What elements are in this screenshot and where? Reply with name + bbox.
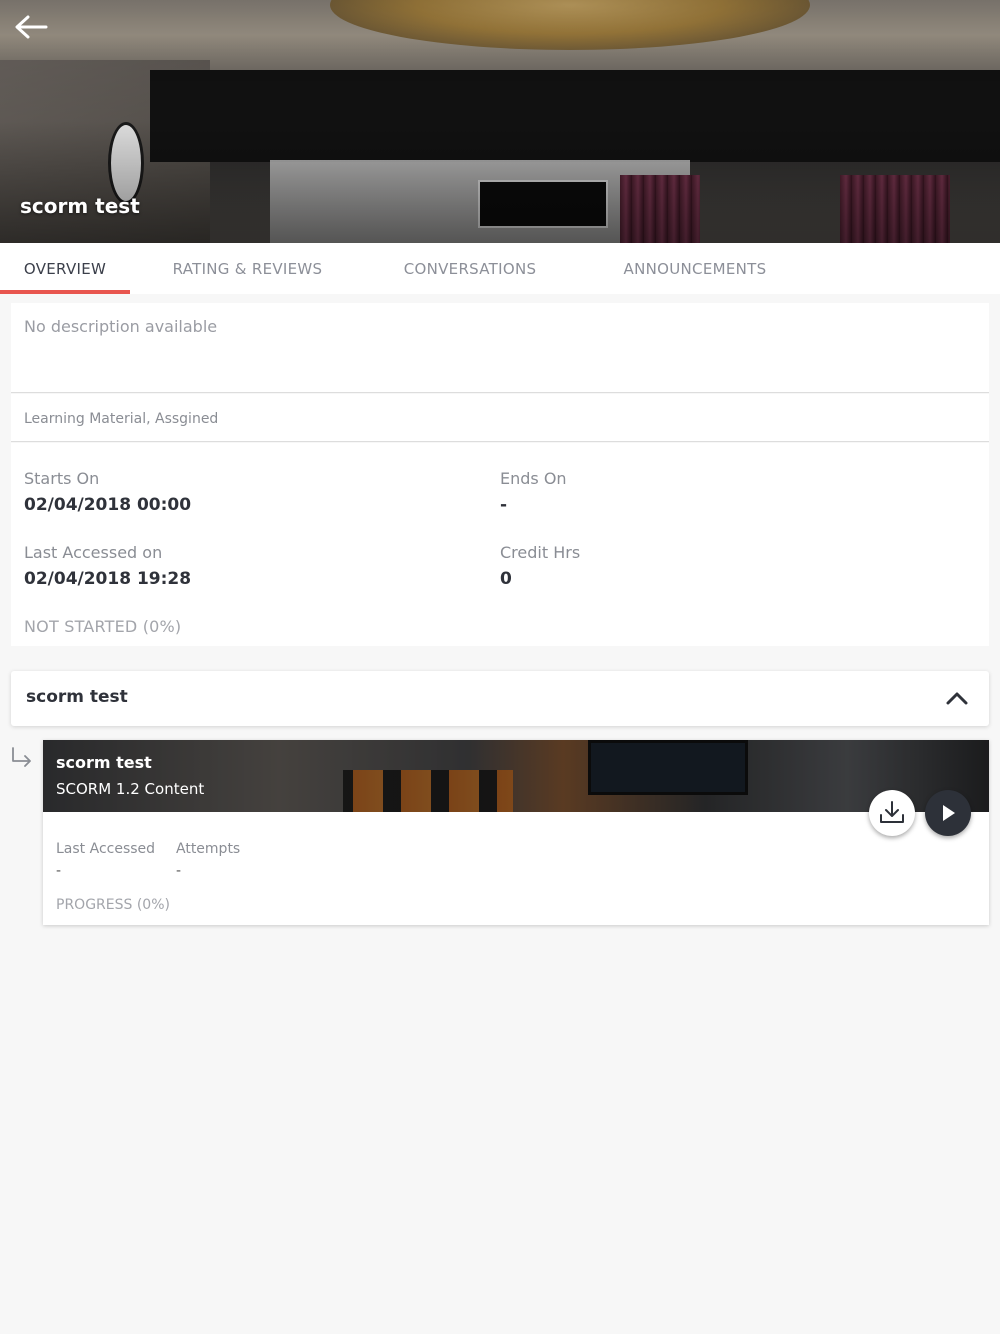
sub-item-arrow-icon — [12, 747, 31, 767]
content-type-text: Learning Material, Assgined — [24, 411, 219, 427]
item-attempts-label: Attempts — [176, 841, 241, 857]
course-hero: scorm test — [0, 0, 1000, 243]
play-button[interactable] — [925, 790, 971, 836]
starts-on-label: Starts On — [24, 469, 100, 488]
item-attempts-value: - — [176, 863, 182, 879]
download-icon — [880, 801, 904, 823]
tab-overview[interactable]: OVERVIEW — [0, 243, 130, 294]
play-icon — [943, 805, 955, 821]
starts-on-value: 02/04/2018 00:00 — [24, 495, 192, 515]
item-last-accessed-label: Last Accessed — [56, 841, 156, 857]
ends-on-label: Ends On — [500, 469, 567, 488]
tab-bar: OVERVIEW RATING & REVIEWS CONVERSATIONS … — [0, 243, 1000, 294]
module-title: scorm test — [26, 687, 128, 707]
credit-hrs-label: Credit Hrs — [500, 543, 581, 562]
content-item-banner: scorm test SCORM 1.2 Content — [43, 740, 989, 812]
chevron-up-icon[interactable] — [945, 688, 969, 708]
tab-conversations[interactable]: CONVERSATIONS — [365, 243, 575, 294]
last-accessed-value: 02/04/2018 19:28 — [24, 569, 192, 589]
type-card: Learning Material, Assgined — [11, 394, 989, 442]
download-button[interactable] — [869, 790, 915, 836]
banner-overlay — [43, 740, 989, 812]
description-card: No description available — [11, 303, 989, 393]
content-item-subtitle: SCORM 1.2 Content — [56, 780, 205, 798]
status-text: NOT STARTED (0%) — [24, 617, 182, 636]
credit-hrs-value: 0 — [500, 569, 512, 589]
tab-rating-reviews[interactable]: RATING & REVIEWS — [130, 243, 365, 294]
module-header[interactable]: scorm test — [11, 671, 989, 726]
schedule-card: Starts On 02/04/2018 00:00 Ends On - Las… — [11, 443, 989, 646]
ends-on-value: - — [500, 495, 508, 515]
back-arrow-icon — [15, 15, 48, 39]
content-item-title: scorm test — [56, 753, 152, 772]
course-title: scorm test — [20, 194, 140, 218]
description-text: No description available — [24, 317, 218, 336]
hero-shade — [0, 0, 1000, 243]
last-accessed-label: Last Accessed on — [24, 543, 163, 562]
back-button[interactable] — [10, 8, 52, 46]
item-last-accessed-value: - — [56, 863, 62, 879]
item-progress-text: PROGRESS (0%) — [56, 897, 170, 913]
tab-announcements[interactable]: ANNOUNCEMENTS — [575, 243, 815, 294]
content-item-card[interactable]: scorm test SCORM 1.2 Content Last Access… — [43, 740, 989, 925]
